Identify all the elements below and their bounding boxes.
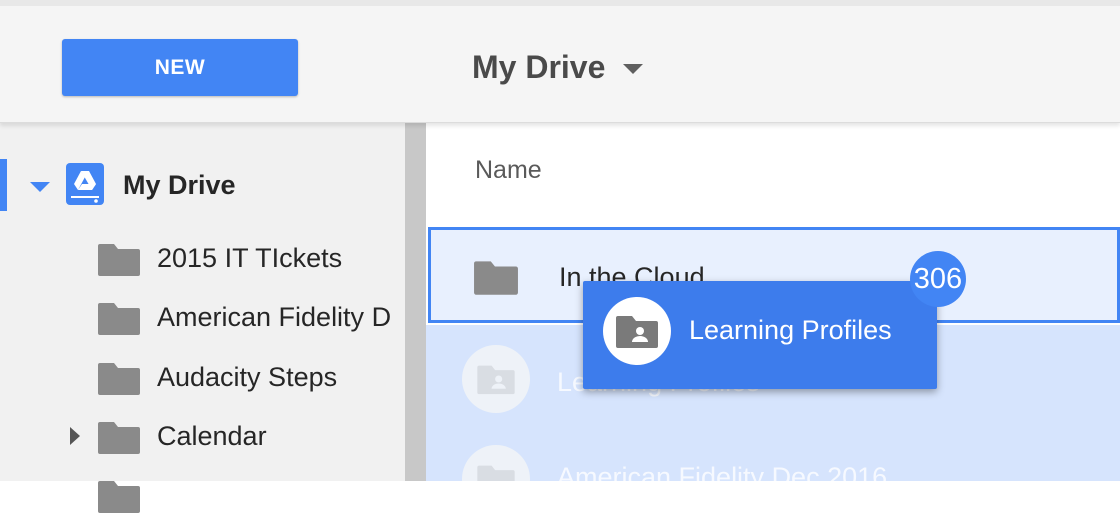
folder-icon bbox=[462, 445, 530, 481]
folder-icon bbox=[98, 244, 140, 276]
folder-icon bbox=[98, 363, 140, 395]
sidebar-folder-label: American Fidelity D bbox=[157, 302, 392, 332]
caret-down-icon[interactable] bbox=[623, 64, 644, 74]
drag-label: Learning Profiles bbox=[689, 315, 892, 345]
drag-count-badge: 306 bbox=[910, 251, 966, 307]
sidebar-scrollbar[interactable] bbox=[405, 123, 426, 481]
drive-icon bbox=[66, 163, 104, 205]
new-button[interactable]: NEW bbox=[62, 39, 298, 96]
column-header-name[interactable]: Name bbox=[475, 156, 542, 185]
expand-arrow-icon[interactable] bbox=[70, 427, 80, 445]
sidebar-folder-item[interactable]: American Fidelity D bbox=[0, 288, 405, 346]
sidebar-folder-label: Audacity Steps bbox=[157, 362, 338, 392]
sidebar-folder-item[interactable]: Audacity Steps bbox=[0, 348, 405, 406]
sidebar-folder-item[interactable] bbox=[0, 466, 405, 524]
sidebar-item-label: My Drive bbox=[123, 170, 236, 200]
file-name: American Fidelity Dec 2016 bbox=[557, 462, 888, 481]
shared-folder-icon bbox=[603, 297, 671, 365]
folder-icon bbox=[98, 303, 140, 335]
breadcrumb[interactable]: My Drive bbox=[472, 40, 644, 94]
folder-icon bbox=[474, 261, 518, 295]
drag-preview[interactable]: Learning Profiles bbox=[583, 281, 937, 389]
shared-folder-icon bbox=[462, 345, 530, 413]
folder-icon bbox=[98, 422, 140, 454]
sidebar-folder-item[interactable]: 2015 IT TIckets bbox=[0, 229, 405, 287]
sidebar-folder-label: Calendar bbox=[157, 421, 267, 451]
folder-icon bbox=[98, 481, 140, 513]
sidebar-folder-label: 2015 IT TIckets bbox=[157, 243, 343, 273]
sidebar-folder-item[interactable]: Calendar bbox=[0, 407, 405, 465]
top-toolbar: NEW My Drive bbox=[0, 6, 1120, 123]
sidebar-tree: My Drive 2015 IT TIckets American Fideli… bbox=[0, 123, 405, 513]
breadcrumb-title: My Drive bbox=[472, 48, 606, 85]
sidebar-item-my-drive[interactable]: My Drive bbox=[0, 156, 405, 214]
expand-down-icon[interactable] bbox=[30, 182, 50, 192]
